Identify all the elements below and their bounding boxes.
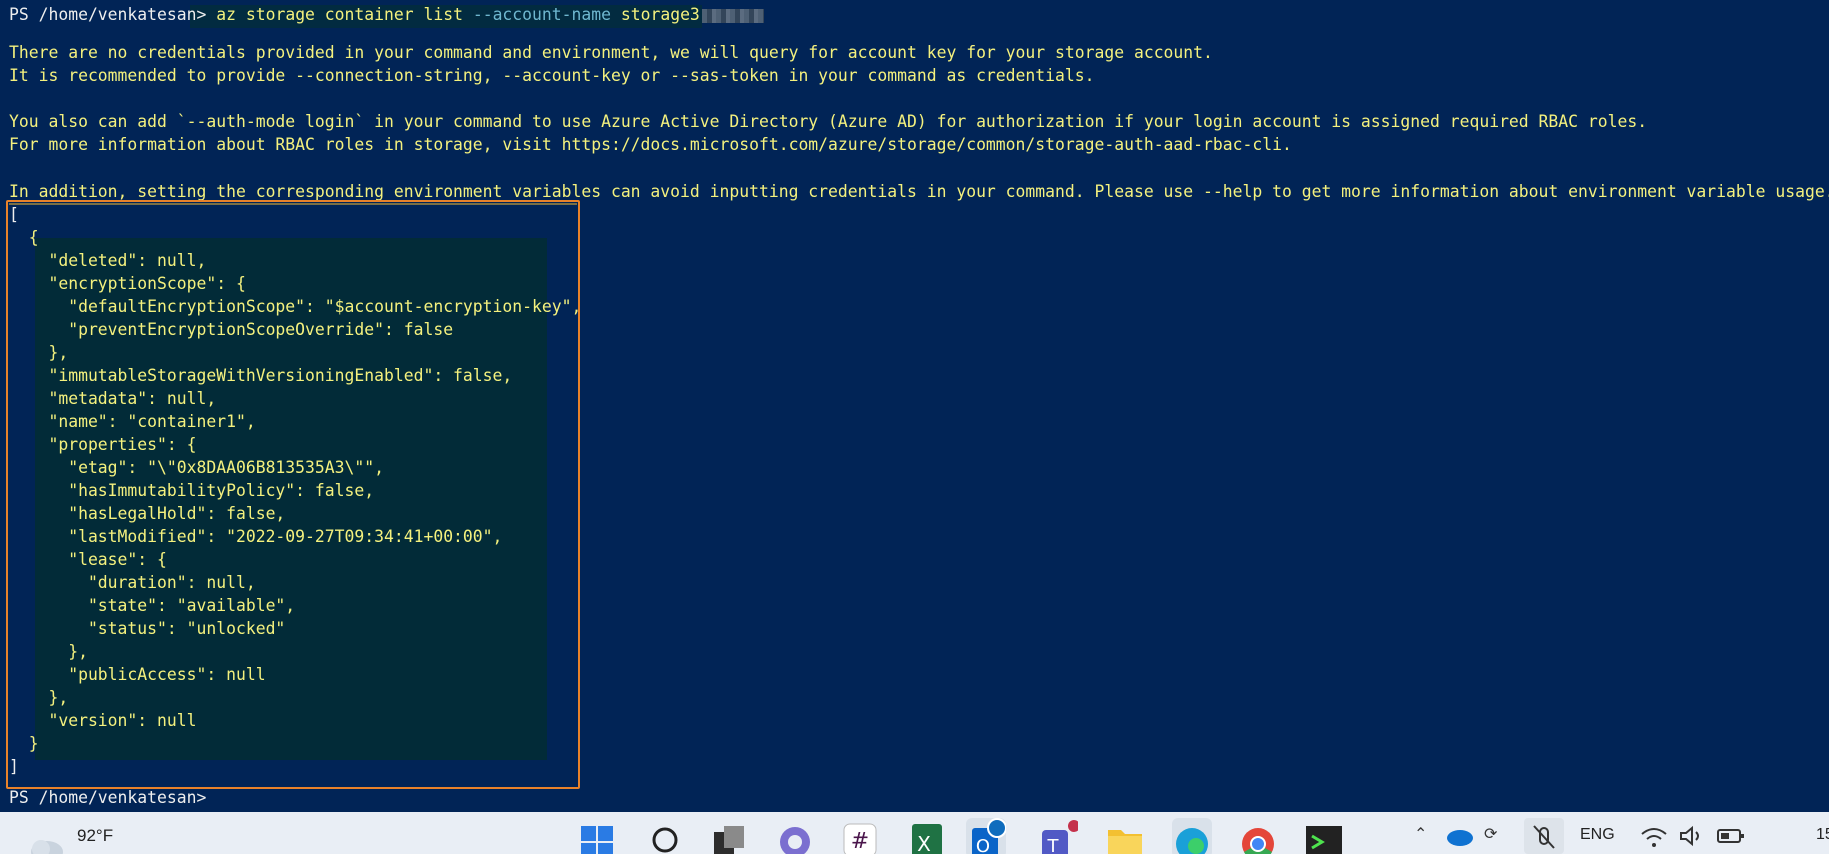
start-icon[interactable] — [577, 818, 617, 854]
temperature[interactable]: 92°F — [77, 826, 113, 846]
final-prompt[interactable]: PS /home/venkatesan> — [9, 786, 206, 809]
svg-text:T: T — [1047, 836, 1060, 854]
redacted-blur — [701, 8, 764, 23]
file-explorer-icon[interactable] — [1105, 818, 1145, 854]
chevron-up-icon[interactable]: ⌃ — [1414, 824, 1427, 844]
teams-icon[interactable]: T — [1038, 818, 1080, 854]
outlook-icon[interactable]: O — [966, 818, 1007, 854]
warning-line: For more information about RBAC roles in… — [9, 135, 1292, 154]
chat-icon[interactable] — [775, 818, 815, 854]
warning-line: It is recommended to provide --connectio… — [9, 66, 1095, 85]
terminal-window[interactable]: PS /home/venkatesan> az storage containe… — [0, 0, 1829, 812]
excel-icon[interactable]: X — [906, 818, 946, 854]
warning-line: There are no credentials provided in you… — [9, 43, 1213, 62]
clock[interactable]: 15 — [1816, 826, 1829, 844]
svg-text:#: # — [851, 829, 869, 854]
svg-text:X: X — [917, 832, 931, 854]
search-icon[interactable] — [645, 818, 685, 854]
mic-muted-icon[interactable] — [1524, 818, 1564, 854]
highlight-box — [6, 200, 580, 789]
svg-text:O: O — [976, 836, 990, 854]
volume-icon[interactable] — [1678, 824, 1706, 853]
command-option: --account-name — [472, 5, 611, 24]
chrome-icon[interactable] — [1238, 818, 1278, 854]
edge-icon[interactable] — [1172, 818, 1212, 854]
command-line[interactable]: PS /home/venkatesan> az storage containe… — [9, 3, 764, 26]
slack-icon[interactable]: # — [840, 818, 880, 854]
command-text: az storage container list — [216, 5, 463, 24]
wifi-icon[interactable] — [1640, 824, 1668, 853]
terminal-icon[interactable] — [1304, 818, 1344, 854]
task-view-icon[interactable] — [708, 818, 748, 854]
prompt: PS /home/venkatesan> — [9, 5, 207, 24]
language-indicator[interactable]: ENG — [1580, 826, 1615, 844]
battery-icon[interactable] — [1716, 824, 1746, 853]
warning-line: You also can add `--auth-mode login` in … — [9, 112, 1648, 131]
onedrive-icon[interactable] — [1446, 824, 1474, 851]
taskbar: 92°F # X O T ⌃ ⟳ ENG 1 — [0, 812, 1829, 854]
sync-icon[interactable]: ⟳ — [1484, 824, 1497, 844]
weather-icon[interactable] — [27, 832, 67, 854]
command-arg: storage3 — [620, 5, 700, 24]
